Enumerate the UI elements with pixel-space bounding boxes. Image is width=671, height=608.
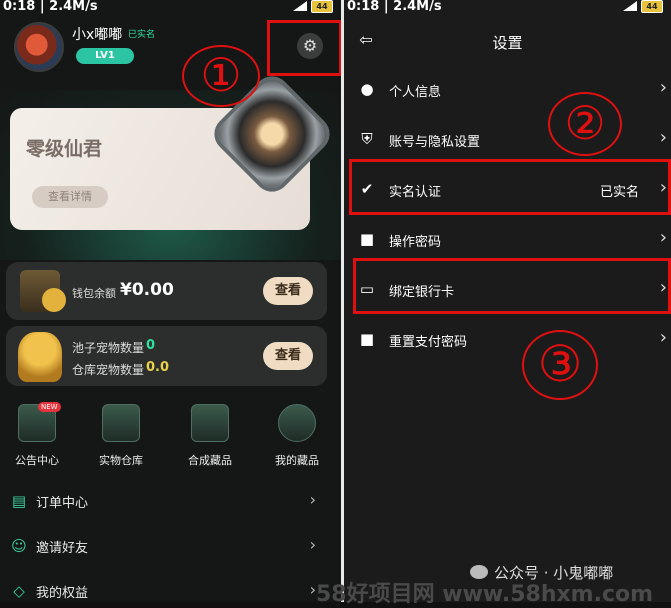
annotation-three: ③ (522, 330, 598, 400)
grid-label: 实物仓库 (99, 454, 143, 467)
annotation-two: ② (548, 92, 622, 156)
page-title: 设置 (492, 34, 523, 52)
settings-row-reset-pay-password[interactable]: ■ 重置支付密码 › (356, 315, 671, 365)
wallet-value: ¥0.00 (120, 280, 174, 300)
list-item-orders[interactable]: ▤ 订单中心 › (10, 482, 330, 522)
battery-icon: 44 (641, 0, 663, 13)
pet-card: 池子宠物数量 0 仓库宠物数量 0.0 查看 (6, 326, 327, 386)
person-icon: ● (360, 80, 374, 98)
pool-pet-value: 0 (146, 338, 156, 353)
pet-mascot-icon (18, 332, 62, 382)
status-speed: 2.4M/s (49, 0, 98, 14)
rank-title: 零级仙君 (26, 138, 103, 160)
warehouse-icon (102, 404, 140, 442)
battery-icon: 44 (311, 0, 333, 13)
highlight-box-bank-card (353, 258, 671, 314)
chevron-right-icon: › (659, 77, 667, 98)
grid-item-collection[interactable]: 我的藏品 (262, 404, 332, 467)
collection-icon (278, 404, 316, 442)
wallet-view-button[interactable]: 查看 (263, 277, 313, 305)
chevron-right-icon: › (659, 327, 667, 348)
grid-label: 合成藏品 (188, 454, 232, 467)
grid-item-warehouse[interactable]: 实物仓库 (86, 404, 156, 467)
row-label: 重置支付密码 (389, 335, 468, 350)
grid-label: 我的藏品 (275, 454, 319, 467)
clipboard-icon: ▤ (11, 492, 27, 510)
status-bar: 0:18 | 2.4M/s 44 (0, 0, 341, 16)
level-badge: LV1 (76, 48, 134, 64)
status-time: 0:18 (3, 0, 36, 14)
list-item-benefits[interactable]: ◇ 我的权益 › (10, 572, 330, 602)
highlight-box-real-name (349, 159, 671, 215)
store-pet-label: 仓库宠物数量 (72, 363, 145, 377)
status-speed: 2.4M/s (393, 0, 442, 14)
pet-view-button[interactable]: 查看 (263, 342, 313, 370)
row-label: 账号与隐私设置 (389, 135, 481, 150)
grid-item-announcements[interactable]: NEW 公告中心 (2, 402, 72, 467)
user-name: 小x嘟嘟 (72, 27, 123, 43)
settings-row-account-privacy[interactable]: ⛨ 账号与隐私设置 › (356, 115, 671, 165)
site-watermark: 58好项目网 www.58hxm.com (316, 582, 654, 607)
signal-icon (623, 1, 637, 11)
list-item-label: 我的权益 (36, 586, 89, 601)
verified-badge: 已实名 (128, 30, 156, 40)
grid-label: 公告中心 (15, 454, 59, 467)
wallet-card: 钱包余额 ¥0.00 查看 (6, 262, 327, 320)
grid-item-synthesize[interactable]: 合成藏品 (175, 404, 245, 467)
status-bar: 0:18 | 2.4M/s 44 (344, 0, 671, 16)
chevron-right-icon: › (659, 227, 667, 248)
shield-icon: ⛨ (361, 130, 373, 148)
row-label: 操作密码 (389, 235, 442, 250)
chevron-right-icon: › (309, 535, 316, 554)
highlight-box-settings (267, 20, 341, 76)
safe-icon (20, 270, 66, 312)
chevron-right-icon: › (309, 490, 316, 509)
signal-icon (293, 1, 307, 11)
view-details-button[interactable]: 查看详情 (32, 186, 108, 208)
user-add-icon: ☺ (11, 537, 27, 555)
synthesize-icon (191, 404, 229, 442)
coin-icon (42, 288, 66, 312)
new-badge: NEW (38, 402, 61, 412)
chevron-right-icon: › (659, 127, 667, 148)
lock-icon: ■ (359, 330, 375, 348)
profile-screen: 0:18 | 2.4M/s 44 小x嘟嘟 已实名 LV1 ⚙ 零级仙君 查看详… (0, 0, 341, 602)
avatar[interactable] (14, 22, 64, 72)
list-item-label: 邀请好友 (36, 541, 89, 556)
store-pet-value: 0.0 (146, 360, 170, 375)
list-item-invite[interactable]: ☺ 邀请好友 › (10, 527, 330, 567)
diamond-icon: ◇ (13, 582, 25, 600)
settings-row-personal-info[interactable]: ● 个人信息 › (356, 65, 671, 115)
annotation-one: ① (182, 45, 260, 107)
list-item-label: 订单中心 (36, 496, 89, 511)
status-time: 0:18 (347, 0, 380, 14)
pool-pet-label: 池子宠物数量 (72, 341, 145, 355)
lock-icon: ■ (359, 230, 375, 248)
wallet-label: 钱包余额 (72, 287, 116, 300)
row-label: 个人信息 (389, 85, 442, 100)
